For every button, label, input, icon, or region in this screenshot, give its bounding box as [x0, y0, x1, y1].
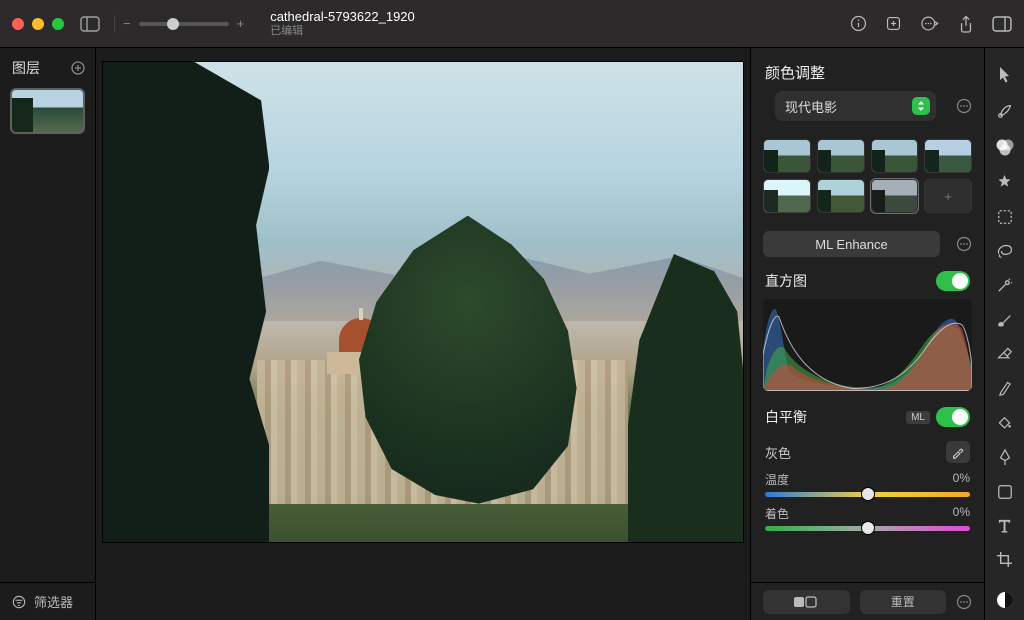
styles-tool-icon[interactable]: [996, 102, 1014, 120]
text-tool-icon[interactable]: [997, 518, 1012, 533]
color-well-icon[interactable]: [995, 590, 1015, 610]
white-balance-toggle[interactable]: [936, 407, 970, 427]
eyedropper-button[interactable]: [946, 441, 970, 463]
layers-panel: 图层 筛选器: [0, 48, 96, 620]
lasso-tool-icon[interactable]: [996, 243, 1014, 259]
color-adjust-inspector: 颜色调整 现代电影 + ML Enhance: [750, 48, 984, 620]
pencil-tool-icon[interactable]: [997, 379, 1013, 396]
preset-thumb[interactable]: [763, 139, 811, 173]
inspector-footer: 重置: [751, 582, 984, 620]
inspector-toggle-icon[interactable]: [992, 16, 1012, 32]
marquee-tool-icon[interactable]: [997, 209, 1013, 225]
titlebar-actions: [850, 15, 1012, 33]
share-icon[interactable]: [958, 15, 974, 33]
ml-enhance-button[interactable]: ML Enhance: [763, 231, 940, 257]
layers-title: 图层: [12, 58, 40, 78]
zoom-control: − +: [114, 15, 244, 33]
add-layer-button[interactable]: [71, 61, 85, 75]
layer-thumbnail[interactable]: [10, 88, 85, 134]
more-icon[interactable]: [920, 15, 940, 32]
info-icon[interactable]: [850, 15, 867, 32]
zoom-in-button[interactable]: +: [237, 16, 245, 31]
magic-wand-tool-icon[interactable]: [996, 277, 1013, 294]
tint-value: 0%: [953, 505, 970, 522]
close-window-button[interactable]: [12, 18, 24, 30]
preset-thumb[interactable]: [924, 139, 972, 173]
preset-thumb[interactable]: [871, 139, 919, 173]
histogram-toggle[interactable]: [936, 271, 970, 291]
histogram-title: 直方图: [765, 271, 807, 291]
effects-tool-icon[interactable]: [996, 174, 1013, 191]
footer-more-icon[interactable]: [956, 594, 972, 610]
canvas-image[interactable]: [103, 62, 743, 542]
add-icon[interactable]: [885, 15, 902, 32]
preset-thumb[interactable]: [763, 179, 811, 213]
brush-tool-icon[interactable]: [996, 312, 1014, 328]
crop-tool-icon[interactable]: [996, 551, 1013, 568]
minimize-window-button[interactable]: [32, 18, 44, 30]
inspector-title: 颜色调整: [751, 48, 984, 91]
preset-stepper-button[interactable]: [912, 97, 930, 115]
filename-label: cathedral-5793622_1920: [270, 10, 415, 25]
temperature-slider-row: 温度 0%: [751, 465, 984, 499]
ml-badge[interactable]: ML: [906, 411, 930, 424]
pen-tool-icon[interactable]: [997, 448, 1013, 466]
tool-rail: [984, 48, 1024, 620]
toggle-sidebar-button[interactable]: [80, 16, 100, 32]
tint-slider[interactable]: [765, 526, 970, 531]
window-controls: [12, 18, 64, 30]
gray-label: 灰色: [765, 443, 791, 462]
preset-more-icon[interactable]: [956, 98, 972, 114]
histogram-display: [763, 299, 972, 391]
preset-thumb-selected[interactable]: [871, 179, 919, 213]
compare-button[interactable]: [763, 590, 850, 614]
fill-tool-icon[interactable]: [996, 414, 1013, 430]
filter-label: 筛选器: [34, 592, 73, 611]
shape-tool-icon[interactable]: [997, 484, 1013, 500]
document-title: cathedral-5793622_1920 已编辑: [270, 10, 415, 38]
ml-more-icon[interactable]: [956, 236, 972, 252]
pointer-tool-icon[interactable]: [997, 66, 1013, 84]
color-adjust-tool-icon[interactable]: [995, 138, 1015, 156]
preset-grid: +: [763, 139, 972, 213]
titlebar: − + cathedral-5793622_1920 已编辑: [0, 0, 1024, 48]
preset-thumb[interactable]: [817, 179, 865, 213]
temperature-slider[interactable]: [765, 492, 970, 497]
preset-thumb[interactable]: [817, 139, 865, 173]
tint-slider-row: 着色 0%: [751, 499, 984, 533]
preset-name[interactable]: 现代电影: [785, 97, 904, 116]
tint-label: 着色: [765, 505, 789, 522]
eraser-tool-icon[interactable]: [996, 346, 1013, 361]
canvas-area: [96, 48, 750, 620]
zoom-slider[interactable]: [139, 22, 229, 26]
add-preset-button[interactable]: +: [924, 179, 972, 213]
edited-label: 已编辑: [270, 25, 415, 38]
temperature-value: 0%: [953, 471, 970, 488]
white-balance-title: 白平衡: [765, 407, 807, 427]
reset-button[interactable]: 重置: [860, 590, 947, 614]
layers-footer[interactable]: 筛选器: [0, 582, 95, 620]
temperature-label: 温度: [765, 471, 789, 488]
fullscreen-window-button[interactable]: [52, 18, 64, 30]
zoom-out-button[interactable]: −: [123, 16, 131, 31]
